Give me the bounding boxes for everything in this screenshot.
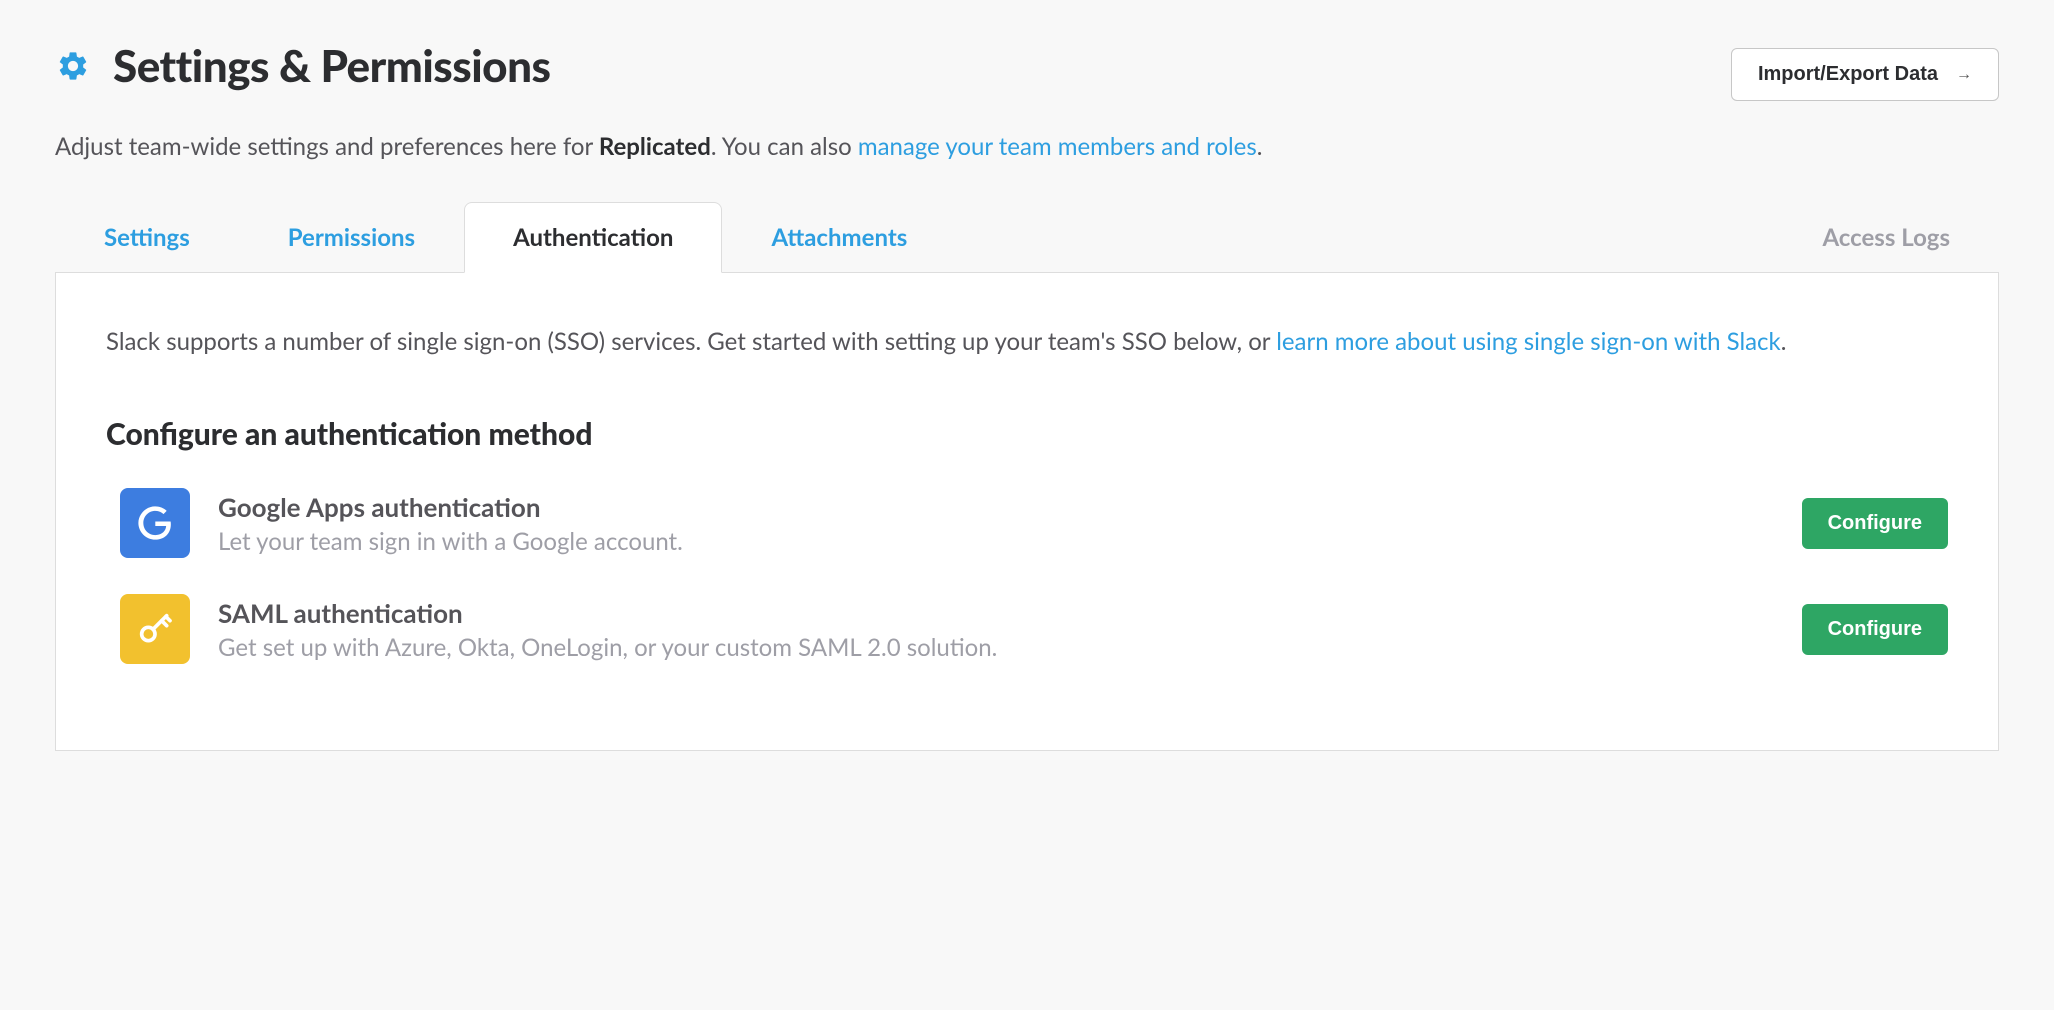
page-subtitle: Adjust team-wide settings and preference…	[55, 129, 1999, 165]
saml-desc: Get set up with Azure, Okta, OneLogin, o…	[218, 633, 1774, 662]
arrow-right-icon: →	[1956, 66, 1972, 84]
auth-method-google: Google Apps authentication Let your team…	[106, 488, 1948, 558]
tab-permissions[interactable]: Permissions	[239, 202, 464, 273]
gear-icon	[55, 48, 91, 84]
import-export-button[interactable]: Import/Export Data →	[1731, 48, 1999, 101]
title-container: Settings & Permissions	[55, 40, 551, 92]
saml-text: SAML authentication Get set up with Azur…	[218, 597, 1774, 662]
tab-authentication[interactable]: Authentication	[464, 202, 722, 273]
google-desc: Let your team sign in with a Google acco…	[218, 527, 1774, 556]
intro-text: Slack supports a number of single sign-o…	[106, 323, 1948, 360]
google-icon	[120, 488, 190, 558]
auth-method-saml: SAML authentication Get set up with Azur…	[106, 594, 1948, 664]
page-title: Settings & Permissions	[113, 40, 551, 92]
manage-members-link[interactable]: manage your team members and roles	[858, 132, 1257, 161]
saml-title: SAML authentication	[218, 597, 1774, 629]
tab-attachments[interactable]: Attachments	[722, 202, 956, 273]
section-heading: Configure an authentication method	[106, 416, 1948, 452]
google-title: Google Apps authentication	[218, 491, 1774, 523]
authentication-panel: Slack supports a number of single sign-o…	[55, 273, 1999, 751]
configure-saml-button[interactable]: Configure	[1802, 604, 1948, 655]
key-icon	[120, 594, 190, 664]
tab-settings[interactable]: Settings	[55, 202, 239, 273]
configure-google-button[interactable]: Configure	[1802, 498, 1948, 549]
google-text: Google Apps authentication Let your team…	[218, 491, 1774, 556]
learn-more-link[interactable]: learn more about using single sign-on wi…	[1276, 327, 1781, 356]
import-export-label: Import/Export Data	[1758, 63, 1938, 86]
tab-access-logs[interactable]: Access Logs	[1773, 202, 1999, 273]
team-name: Replicated	[599, 132, 711, 161]
page-header: Settings & Permissions Import/Export Dat…	[55, 40, 1999, 101]
tabs: Settings Permissions Authentication Atta…	[55, 201, 1999, 273]
